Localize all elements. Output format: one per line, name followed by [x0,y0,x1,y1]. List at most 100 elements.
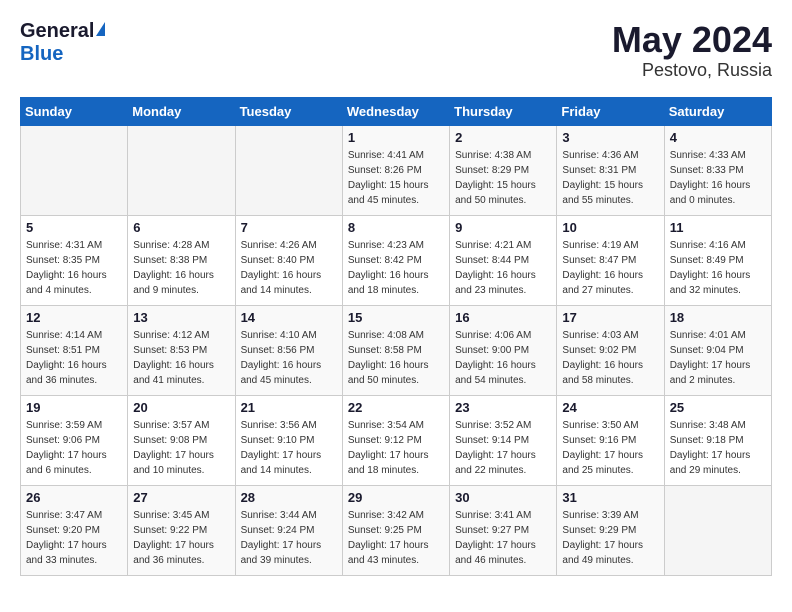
day-number: 14 [241,310,337,325]
day-info: Sunrise: 4:33 AMSunset: 8:33 PMDaylight:… [670,148,766,208]
day-number: 23 [455,400,551,415]
calendar-cell: 13 Sunrise: 4:12 AMSunset: 8:53 PMDayligh… [128,305,235,395]
day-info: Sunrise: 3:59 AMSunset: 9:06 PMDaylight:… [26,418,122,478]
logo: General Blue [20,20,105,66]
calendar-week-row: 26Sunrise: 3:47 AMSunset: 9:20 PMDayligh… [21,485,772,575]
day-info: Sunrise: 4:06 AMSunset: 9:00 PMDaylight:… [455,328,551,388]
calendar-cell: 11Sunrise: 4:16 AMSunset: 8:49 PMDayligh… [664,215,771,305]
day-number: 21 [241,400,337,415]
calendar-cell: 8 Sunrise: 4:23 AMSunset: 8:42 PMDaylight… [342,215,449,305]
calendar-table: SundayMondayTuesdayWednesdayThursdayFrid… [20,97,772,576]
calendar-cell: 22 Sunrise: 3:54 AMSunset: 9:12 PMDayligh… [342,395,449,485]
day-number: 13 [133,310,229,325]
day-info: Sunrise: 4:01 AMSunset: 9:04 PMDaylight:… [670,328,766,388]
col-header-sunday: Sunday [21,97,128,125]
day-info: Sunrise: 4:26 AMSunset: 8:40 PMDaylight:… [241,238,337,298]
day-info: Sunrise: 4:19 AMSunset: 8:47 PMDaylight:… [562,238,658,298]
day-number: 17 [562,310,658,325]
day-info: Sunrise: 4:36 AMSunset: 8:31 PMDaylight:… [562,148,658,208]
calendar-cell: 18 Sunrise: 4:01 AMSunset: 9:04 PMDayligh… [664,305,771,395]
calendar-cell: 10 Sunrise: 4:19 AMSunset: 8:47 PMDayligh… [557,215,664,305]
day-number: 24 [562,400,658,415]
month-year: May 2024 [612,20,772,60]
day-number: 15 [348,310,444,325]
col-header-thursday: Thursday [450,97,557,125]
calendar-week-row: 1 Sunrise: 4:41 AMSunset: 8:26 PMDaylight… [21,125,772,215]
calendar-cell: 27Sunrise: 3:45 AMSunset: 9:22 PMDayligh… [128,485,235,575]
day-number: 29 [348,490,444,505]
calendar-cell: 23 Sunrise: 3:52 AMSunset: 9:14 PMDayligh… [450,395,557,485]
calendar-week-row: 12 Sunrise: 4:14 AMSunset: 8:51 PMDayligh… [21,305,772,395]
day-info: Sunrise: 4:14 AMSunset: 8:51 PMDaylight:… [26,328,122,388]
day-info: Sunrise: 4:38 AMSunset: 8:29 PMDaylight:… [455,148,551,208]
day-info: Sunrise: 4:16 AMSunset: 8:49 PMDaylight:… [670,238,766,298]
day-info: Sunrise: 4:28 AMSunset: 8:38 PMDaylight:… [133,238,229,298]
calendar-cell [128,125,235,215]
day-info: Sunrise: 3:57 AMSunset: 9:08 PMDaylight:… [133,418,229,478]
logo-blue-text: Blue [20,43,63,65]
calendar-cell: 5 Sunrise: 4:31 AMSunset: 8:35 PMDaylight… [21,215,128,305]
calendar-cell: 21 Sunrise: 3:56 AMSunset: 9:10 PMDayligh… [235,395,342,485]
calendar-cell [235,125,342,215]
calendar-cell: 6Sunrise: 4:28 AMSunset: 8:38 PMDaylight… [128,215,235,305]
calendar-cell: 4 Sunrise: 4:33 AMSunset: 8:33 PMDaylight… [664,125,771,215]
day-info: Sunrise: 4:10 AMSunset: 8:56 PMDaylight:… [241,328,337,388]
logo-triangle-icon [96,22,105,36]
calendar-cell: 20Sunrise: 3:57 AMSunset: 9:08 PMDayligh… [128,395,235,485]
calendar-cell: 30 Sunrise: 3:41 AMSunset: 9:27 PMDayligh… [450,485,557,575]
day-number: 25 [670,400,766,415]
day-number: 4 [670,130,766,145]
calendar-cell: 1 Sunrise: 4:41 AMSunset: 8:26 PMDaylight… [342,125,449,215]
day-number: 27 [133,490,229,505]
day-info: Sunrise: 3:56 AMSunset: 9:10 PMDaylight:… [241,418,337,478]
day-number: 1 [348,130,444,145]
day-info: Sunrise: 3:41 AMSunset: 9:27 PMDaylight:… [455,508,551,568]
day-number: 8 [348,220,444,235]
day-number: 30 [455,490,551,505]
day-number: 12 [26,310,122,325]
day-number: 18 [670,310,766,325]
calendar-cell: 31 Sunrise: 3:39 AMSunset: 9:29 PMDayligh… [557,485,664,575]
day-info: Sunrise: 3:52 AMSunset: 9:14 PMDaylight:… [455,418,551,478]
col-header-monday: Monday [128,97,235,125]
day-info: Sunrise: 4:12 AMSunset: 8:53 PMDaylight:… [133,328,229,388]
day-number: 7 [241,220,337,235]
location: Pestovo, Russia [612,60,772,81]
day-info: Sunrise: 4:23 AMSunset: 8:42 PMDaylight:… [348,238,444,298]
day-info: Sunrise: 3:50 AMSunset: 9:16 PMDaylight:… [562,418,658,478]
day-info: Sunrise: 4:08 AMSunset: 8:58 PMDaylight:… [348,328,444,388]
calendar-cell: 7 Sunrise: 4:26 AMSunset: 8:40 PMDaylight… [235,215,342,305]
day-number: 22 [348,400,444,415]
day-info: Sunrise: 4:41 AMSunset: 8:26 PMDaylight:… [348,148,444,208]
col-header-tuesday: Tuesday [235,97,342,125]
calendar-cell: 15 Sunrise: 4:08 AMSunset: 8:58 PMDayligh… [342,305,449,395]
day-number: 31 [562,490,658,505]
day-info: Sunrise: 3:47 AMSunset: 9:20 PMDaylight:… [26,508,122,568]
logo-general-text: General [20,20,94,43]
calendar-cell: 17 Sunrise: 4:03 AMSunset: 9:02 PMDayligh… [557,305,664,395]
col-header-friday: Friday [557,97,664,125]
calendar-cell: 25 Sunrise: 3:48 AMSunset: 9:18 PMDayligh… [664,395,771,485]
day-number: 19 [26,400,122,415]
calendar-cell: 16Sunrise: 4:06 AMSunset: 9:00 PMDayligh… [450,305,557,395]
calendar-week-row: 5 Sunrise: 4:31 AMSunset: 8:35 PMDaylight… [21,215,772,305]
day-info: Sunrise: 3:44 AMSunset: 9:24 PMDaylight:… [241,508,337,568]
day-number: 3 [562,130,658,145]
day-info: Sunrise: 4:21 AMSunset: 8:44 PMDaylight:… [455,238,551,298]
calendar-cell: 19 Sunrise: 3:59 AMSunset: 9:06 PMDayligh… [21,395,128,485]
day-number: 10 [562,220,658,235]
calendar-cell: 3 Sunrise: 4:36 AMSunset: 8:31 PMDaylight… [557,125,664,215]
calendar-cell: 9Sunrise: 4:21 AMSunset: 8:44 PMDaylight… [450,215,557,305]
calendar-cell [664,485,771,575]
day-info: Sunrise: 4:03 AMSunset: 9:02 PMDaylight:… [562,328,658,388]
day-info: Sunrise: 3:48 AMSunset: 9:18 PMDaylight:… [670,418,766,478]
calendar-cell: 14 Sunrise: 4:10 AMSunset: 8:56 PMDayligh… [235,305,342,395]
day-number: 5 [26,220,122,235]
calendar-cell [21,125,128,215]
day-info: Sunrise: 3:42 AMSunset: 9:25 PMDaylight:… [348,508,444,568]
page-header: General Blue May 2024 Pestovo, Russia [20,20,772,81]
day-info: Sunrise: 3:39 AMSunset: 9:29 PMDaylight:… [562,508,658,568]
day-info: Sunrise: 3:54 AMSunset: 9:12 PMDaylight:… [348,418,444,478]
day-info: Sunrise: 4:31 AMSunset: 8:35 PMDaylight:… [26,238,122,298]
day-number: 2 [455,130,551,145]
